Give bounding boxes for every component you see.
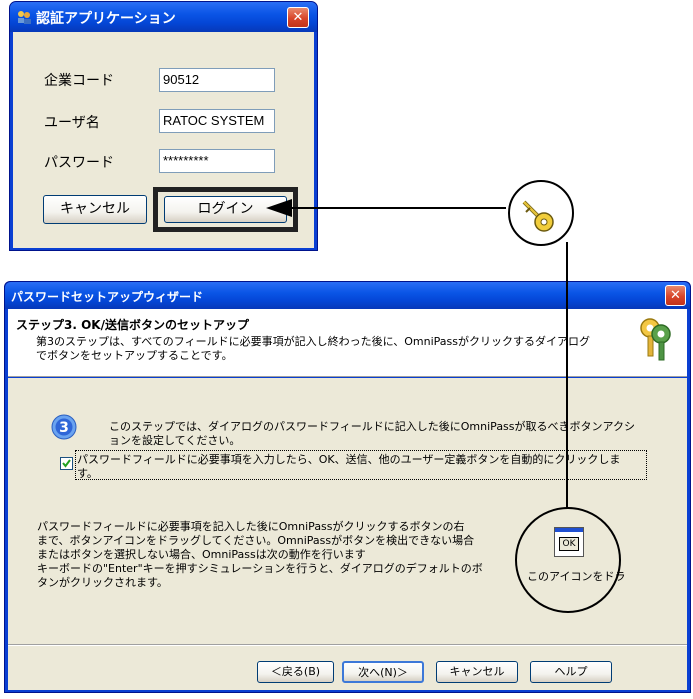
drag-icon-magnifier-circle [515, 507, 621, 613]
pointer-arrowhead [266, 199, 292, 217]
annotation-overlay [266, 180, 621, 613]
